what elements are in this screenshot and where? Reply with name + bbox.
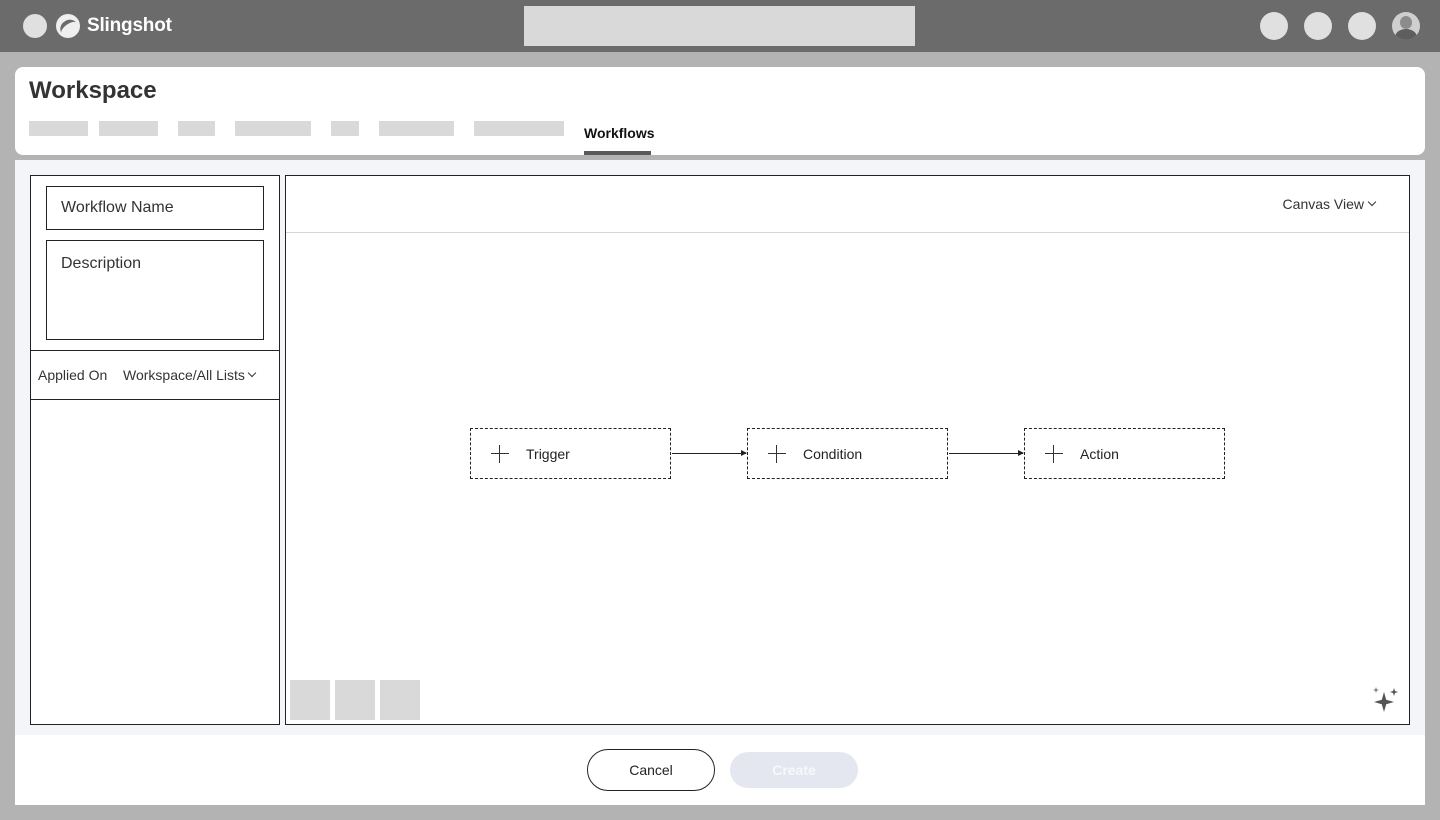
tab-placeholder[interactable]: [474, 121, 564, 136]
node-label: Action: [1080, 445, 1119, 462]
trigger-node[interactable]: Trigger: [470, 428, 671, 479]
circle-icon[interactable]: [1260, 12, 1288, 40]
description-field[interactable]: Description: [46, 240, 264, 340]
condition-node[interactable]: Condition: [747, 428, 948, 479]
slingshot-logo-icon: [56, 14, 80, 38]
tab-placeholder[interactable]: [331, 121, 359, 136]
circle-icon[interactable]: [1348, 12, 1376, 40]
menu-circle-icon[interactable]: [23, 14, 47, 38]
sparkle-icon[interactable]: [1371, 686, 1401, 716]
chevron-down-icon: [1367, 197, 1377, 207]
avatar-head: [1400, 16, 1412, 29]
cancel-button[interactable]: Cancel: [587, 749, 715, 791]
canvas-view-dropdown[interactable]: Canvas View: [1282, 196, 1377, 212]
divider: [31, 399, 279, 400]
connector-arrow: [949, 450, 1024, 456]
avatar-body: [1395, 29, 1417, 40]
tab-placeholder[interactable]: [178, 121, 215, 136]
tab-placeholder[interactable]: [235, 121, 311, 136]
top-bar: Slingshot: [0, 0, 1440, 52]
workflow-canvas[interactable]: Canvas View Trigger Condition Action: [285, 175, 1410, 725]
app-logo[interactable]: Slingshot: [56, 13, 172, 39]
footer-bar: [15, 735, 1425, 805]
circle-icon[interactable]: [1304, 12, 1332, 40]
plus-icon: [1045, 444, 1063, 463]
canvas-tool-button[interactable]: [380, 680, 420, 720]
canvas-view-label: Canvas View: [1282, 196, 1364, 212]
active-tab-indicator: [584, 151, 651, 155]
canvas-tool-button[interactable]: [335, 680, 375, 720]
action-node[interactable]: Action: [1024, 428, 1225, 479]
canvas-header: Canvas View: [286, 176, 1409, 233]
applied-on-value: Workspace/All Lists: [123, 367, 245, 383]
applied-on-label: Applied On: [38, 367, 108, 383]
search-input[interactable]: [524, 6, 915, 46]
tab-placeholder[interactable]: [29, 121, 88, 136]
tab-workflows[interactable]: Workflows: [584, 125, 655, 141]
divider: [31, 350, 279, 351]
connector-arrow: [672, 450, 747, 456]
page-title: Workspace: [29, 77, 157, 104]
plus-icon: [491, 444, 509, 463]
node-label: Condition: [803, 445, 863, 462]
workspace-header: Workspace Workflows: [15, 67, 1425, 155]
user-avatar[interactable]: [1392, 12, 1420, 40]
tab-placeholder[interactable]: [99, 121, 158, 136]
canvas-tool-button[interactable]: [290, 680, 330, 720]
plus-icon: [768, 444, 786, 463]
chevron-down-icon: [247, 368, 257, 378]
workflow-details-panel: Workflow Name Description Applied On Wor…: [30, 175, 280, 725]
app-name: Slingshot: [87, 15, 172, 36]
workflow-name-field[interactable]: Workflow Name: [46, 186, 264, 230]
node-label: Trigger: [526, 445, 570, 462]
applied-on-select[interactable]: Workspace/All Lists: [123, 367, 257, 383]
create-button[interactable]: Create: [730, 752, 858, 788]
tab-placeholder[interactable]: [379, 121, 454, 136]
